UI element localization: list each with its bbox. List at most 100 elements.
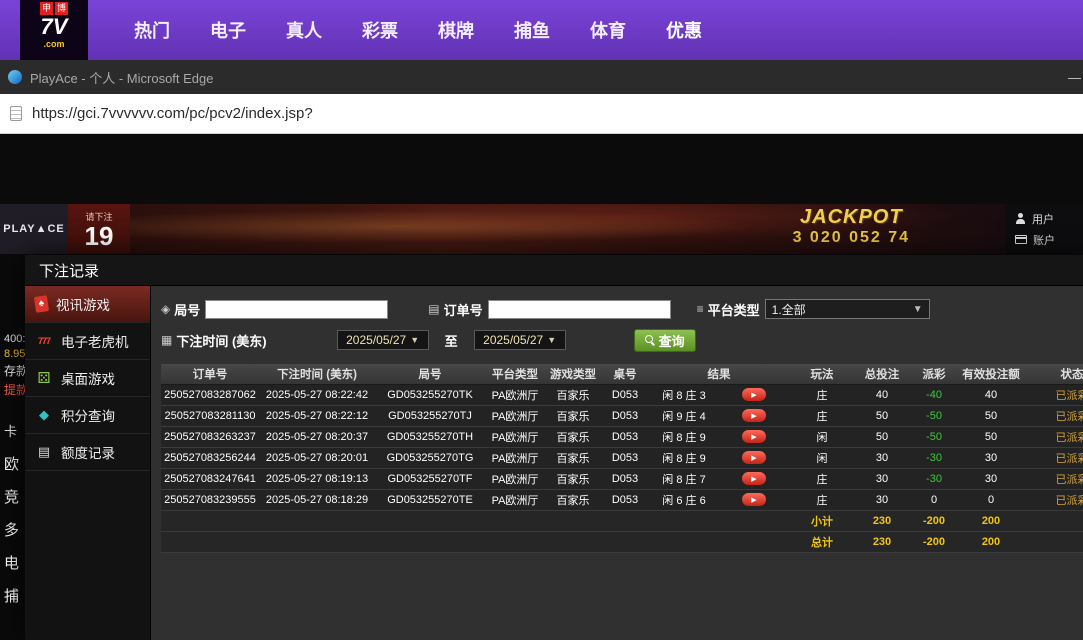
jackpot-value: 3 020 052 74 bbox=[792, 229, 910, 246]
cell-total-bet: 40 bbox=[855, 384, 909, 406]
nav-item-live[interactable]: 真人 bbox=[266, 17, 342, 43]
replay-button[interactable]: ▶ bbox=[742, 388, 766, 402]
column-header: 局号 bbox=[375, 364, 485, 385]
strip-item[interactable]: 多 bbox=[4, 519, 19, 540]
platform-type-value: 1.全部 bbox=[771, 302, 806, 317]
menu-item-slots[interactable]: 777 电子老虎机 bbox=[25, 323, 150, 360]
cell-payout: -40 bbox=[909, 384, 959, 406]
cell-payout: -30 bbox=[909, 447, 959, 469]
cell-total-bet: 30 bbox=[855, 489, 909, 511]
cell-game: 百家乐 bbox=[545, 468, 601, 490]
cell-payout: 0 bbox=[909, 489, 959, 511]
cell-result: 闲 8 庄 7 bbox=[649, 468, 719, 490]
platform-type-select[interactable]: 1.全部 ▼ bbox=[764, 299, 930, 319]
column-header: 状态 bbox=[1023, 364, 1083, 385]
strip-item[interactable]: 捕 bbox=[4, 585, 19, 606]
replay-button[interactable]: ▶ bbox=[742, 451, 766, 465]
cell-result: 闲 8 庄 3 bbox=[649, 384, 719, 406]
cell-status: 已派彩 bbox=[1023, 426, 1083, 448]
nav-item-fishing[interactable]: 捕鱼 bbox=[494, 17, 570, 43]
cell-table: D053 bbox=[601, 468, 649, 490]
site-topnav: 申 博 7V .com 热门 电子 真人 彩票 棋牌 捕鱼 体育 优惠 bbox=[0, 0, 1083, 60]
cell-platform: PA欧洲厅 bbox=[485, 447, 545, 469]
menu-item-video-games[interactable]: ♠ 视讯游戏 bbox=[25, 286, 150, 323]
search-button[interactable]: 查询 bbox=[633, 328, 696, 352]
bet-records-table: 订单号 下注时间 (美东) 局号 平台类型 游戏类型 桌号 结果 玩法 总投注 派彩 有效投注额 状态… bbox=[161, 364, 1083, 553]
strip-item[interactable]: 电 bbox=[4, 552, 19, 573]
date-from-picker[interactable]: 2025/05/27 ▼ bbox=[336, 330, 429, 350]
left-sidebar-strip: 400: 8.95 存款提款卡欧竞多电捕 bbox=[0, 255, 25, 640]
strip-item[interactable]: 400: bbox=[4, 333, 25, 345]
gem-icon: ◆ bbox=[39, 407, 49, 422]
cell-time: 2025-05-27 08:22:42 bbox=[259, 384, 375, 406]
strip-item[interactable]: 竞 bbox=[4, 486, 19, 507]
grand-total-row-label: 总计 bbox=[789, 531, 855, 553]
cell-round: GD053255270TG bbox=[375, 447, 485, 469]
cell-replay: ▶ bbox=[719, 447, 789, 469]
column-header: 总投注 bbox=[855, 364, 909, 385]
cell-replay: ▶ bbox=[719, 384, 789, 406]
round-number-label: ◈ 局号 bbox=[161, 302, 201, 318]
cell-valid-bet: 30 bbox=[959, 468, 1023, 490]
cell-valid-bet: 40 bbox=[959, 384, 1023, 406]
strip-item[interactable]: 卡 bbox=[4, 421, 17, 440]
subtotal-row-payout: -200 bbox=[909, 510, 959, 532]
cell-result: 闲 8 庄 9 bbox=[649, 426, 719, 448]
cell-time: 2025-05-27 08:20:37 bbox=[259, 426, 375, 448]
date-to-value: 2025/05/27 bbox=[483, 333, 544, 347]
minimize-button[interactable]: — bbox=[1068, 70, 1081, 85]
strip-item[interactable]: 欧 bbox=[4, 453, 19, 474]
user-link[interactable]: 用户 bbox=[1015, 211, 1083, 227]
cell-status: 已派彩 bbox=[1023, 384, 1083, 406]
cell-total-bet: 50 bbox=[855, 426, 909, 448]
replay-button[interactable]: ▶ bbox=[742, 472, 766, 486]
nav-item-sports[interactable]: 体育 bbox=[570, 17, 646, 43]
replay-button[interactable]: ▶ bbox=[742, 493, 766, 507]
date-to-picker[interactable]: 2025/05/27 ▼ bbox=[473, 330, 566, 350]
account-link[interactable]: 账户 bbox=[1015, 232, 1083, 248]
bet-time-label: ▦ 下注时间 (美东) bbox=[161, 333, 267, 349]
cell-round: GD053255270TJ bbox=[375, 405, 485, 427]
filter-row-1: ◈ 局号 ▤ 订单号 ≡ 平台类型 1.全部 ▼ bbox=[161, 296, 1083, 322]
table-row: 250527083247641 2025-05-27 08:19:13 GD0532… bbox=[161, 468, 1083, 490]
table-row: 250527083281130 2025-05-27 08:22:12 GD0532… bbox=[161, 405, 1083, 427]
nav-item-chess[interactable]: 棋牌 bbox=[418, 17, 494, 43]
bet-records-modal: 下注记录 ♠ 视讯游戏 777 电子老虎机 ⚄ 桌面游戏 ◆ 积分查询 ▤ 额度记录 ◈ 局号 ▤… bbox=[25, 255, 1083, 640]
nav-item-hot[interactable]: 热门 bbox=[114, 17, 190, 43]
replay-button[interactable]: ▶ bbox=[742, 409, 766, 423]
nav-item-electronic[interactable]: 电子 bbox=[190, 17, 266, 43]
cell-time: 2025-05-27 08:22:12 bbox=[259, 405, 375, 427]
column-header: 游戏类型 bbox=[545, 364, 601, 385]
nav-item-promo[interactable]: 优惠 bbox=[646, 17, 722, 43]
strip-item[interactable]: 存款 bbox=[4, 362, 25, 379]
menu-item-quota-records[interactable]: ▤ 额度记录 bbox=[25, 434, 150, 471]
order-number-label: ▤ 订单号 bbox=[428, 302, 483, 318]
cell-table: D053 bbox=[601, 489, 649, 511]
replay-button[interactable]: ▶ bbox=[742, 430, 766, 444]
cell-order: 250527083287062 bbox=[161, 384, 259, 406]
cell-payout: -50 bbox=[909, 426, 959, 448]
site-logo[interactable]: 申 博 7V .com bbox=[20, 0, 88, 60]
records-panel: ◈ 局号 ▤ 订单号 ≡ 平台类型 1.全部 ▼ ▦ 下注时间 (美东) 202… bbox=[151, 286, 1083, 640]
cell-valid-bet: 0 bbox=[959, 489, 1023, 511]
cell-game: 百家乐 bbox=[545, 405, 601, 427]
order-number-input[interactable] bbox=[487, 299, 671, 319]
nav-item-lottery[interactable]: 彩票 bbox=[342, 17, 418, 43]
modal-body: ♠ 视讯游戏 777 电子老虎机 ⚄ 桌面游戏 ◆ 积分查询 ▤ 额度记录 ◈ 局号 ▤ 订单号 bbox=[25, 286, 1083, 640]
menu-item-points[interactable]: ◆ 积分查询 bbox=[25, 397, 150, 434]
column-header: 桌号 bbox=[601, 364, 649, 385]
strip-item[interactable]: 提款 bbox=[4, 381, 25, 398]
url-text[interactable]: https://gci.7vvvvvv.com/pc/pcv2/index.js… bbox=[32, 105, 313, 122]
subtotal-row-label: 小计 bbox=[789, 510, 855, 532]
cell-order: 250527083263237 bbox=[161, 426, 259, 448]
countdown-number: 19 bbox=[84, 220, 114, 251]
cell-round: GD053255270TH bbox=[375, 426, 485, 448]
menu-item-label: 桌面游戏 bbox=[61, 372, 115, 387]
menu-item-table-games[interactable]: ⚄ 桌面游戏 bbox=[25, 360, 150, 397]
cell-table: D053 bbox=[601, 384, 649, 406]
header-row: 订单号 下注时间 (美东) 局号 平台类型 游戏类型 桌号 结果 玩法 总投注 派彩 有效投注额 状态 bbox=[161, 364, 1083, 385]
strip-item[interactable]: 8.95 bbox=[4, 348, 25, 360]
round-number-input[interactable] bbox=[205, 299, 389, 319]
date-range-to-label: 至 bbox=[444, 333, 458, 349]
account-card-icon bbox=[1015, 235, 1027, 244]
